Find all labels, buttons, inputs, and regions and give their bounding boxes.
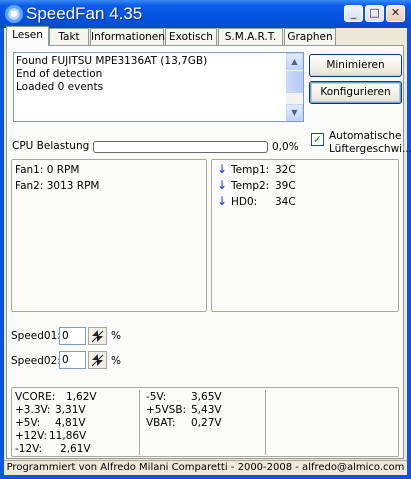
tab-graphen[interactable]: Graphen	[284, 28, 336, 45]
temp-value: 34C	[275, 196, 296, 208]
window-title: SpeedFan 4.35	[26, 4, 143, 23]
auto-fan-speed-checkbox[interactable]: ✓	[311, 133, 324, 146]
tab-takt[interactable]: Takt	[49, 28, 89, 45]
fan-reading: Fan1: 0 RPM	[15, 164, 80, 176]
speed01-stepper[interactable]	[88, 327, 107, 345]
voltage-value: 2,61V	[60, 443, 91, 455]
fan-reading: Fan2: 3013 RPM	[15, 180, 100, 192]
temperature-readings-box: ↓ Temp1: 32C ↓ Temp2: 39C ↓ HD0: 34C	[211, 159, 399, 312]
down-arrow-icon: ↓	[217, 178, 228, 192]
cpu-usage-value: 0,0%	[272, 141, 299, 153]
temp-name: Temp2:	[231, 180, 270, 192]
voltage-name: VCORE:	[15, 391, 56, 403]
title-bar[interactable]: SpeedFan 4.35 _ □ ✕	[0, 0, 411, 28]
log-scrollbar[interactable]: ▲ ▼	[286, 53, 303, 121]
voltage-name: +3.3V:	[15, 404, 51, 416]
cpu-usage-label: CPU Belastung	[12, 140, 90, 152]
column-divider	[265, 390, 269, 455]
configure-button[interactable]: Konfigurieren	[309, 81, 402, 104]
log-line: Loaded 0 events	[16, 81, 104, 93]
stepper-arrows-icon	[91, 330, 104, 343]
log-line: End of detection	[16, 68, 103, 80]
event-log[interactable]: Found FUJITSU MPE3136AT (13,7GB) End of …	[13, 52, 304, 122]
window-client-area: Lesen Takt Informationen Exotisch S.M.A.…	[4, 26, 411, 475]
column-divider	[139, 390, 143, 455]
tab-smart[interactable]: S.M.A.R.T.	[218, 28, 283, 45]
tab-lesen[interactable]: Lesen	[6, 26, 49, 46]
speed01-input[interactable]: 0	[59, 327, 86, 345]
speed02-unit: %	[111, 355, 121, 367]
auto-fan-speed-label: Automatische Lüftergeschwi...	[329, 130, 411, 155]
speedfan-window: SpeedFan 4.35 _ □ ✕ Lesen Takt Informati…	[0, 0, 411, 479]
temp-name: HD0:	[231, 196, 258, 208]
voltage-value: 3,65V	[191, 391, 222, 403]
tab-exotisch[interactable]: Exotisch	[165, 28, 217, 45]
cpu-usage-bar	[93, 141, 268, 153]
minimize-window-button[interactable]: _	[344, 5, 363, 22]
speed02-label: Speed02:	[11, 355, 61, 367]
minimize-button[interactable]: Minimieren	[309, 54, 402, 77]
speed02-input[interactable]: 0	[59, 351, 86, 369]
speed01-label: Speed01:	[11, 330, 61, 342]
scroll-thumb[interactable]	[286, 71, 303, 93]
close-window-button[interactable]: ✕	[386, 5, 405, 22]
temp-value: 32C	[275, 164, 296, 176]
voltage-value: 5,43V	[191, 404, 222, 416]
voltage-value: 1,62V	[66, 391, 97, 403]
voltage-readings-box: VCORE: 1,62V +3.3V: 3,31V +5V: 4,81V +12…	[11, 387, 399, 457]
down-arrow-icon: ↓	[217, 194, 228, 208]
scroll-up-arrow-icon[interactable]: ▲	[286, 53, 303, 70]
stepper-arrows-icon	[91, 354, 104, 367]
speedfan-fan-icon	[5, 5, 23, 23]
voltage-name: +12V:	[15, 430, 48, 442]
fan-readings-box: Fan1: 0 RPM Fan2: 3013 RPM	[11, 159, 207, 312]
voltage-value: 4,81V	[55, 417, 86, 429]
voltage-name: -5V:	[146, 391, 167, 403]
voltage-value: 0,27V	[191, 417, 222, 429]
voltage-value: 3,31V	[55, 404, 86, 416]
tab-informationen[interactable]: Informationen	[90, 28, 165, 45]
temp-name: Temp1:	[231, 164, 270, 176]
speed01-unit: %	[111, 330, 121, 342]
voltage-value: 11,86V	[49, 430, 87, 442]
footer-credits: Programmiert von Alfredo Milani Comparet…	[4, 460, 407, 475]
voltage-name: -12V:	[15, 443, 43, 455]
voltage-name: VBAT:	[146, 417, 176, 429]
voltage-name: +5V:	[15, 417, 41, 429]
temp-value: 39C	[275, 180, 296, 192]
voltage-name: +5VSB:	[146, 404, 187, 416]
speed02-stepper[interactable]	[88, 351, 107, 369]
lesen-panel: Found FUJITSU MPE3136AT (13,7GB) End of …	[6, 45, 411, 459]
maximize-window-button[interactable]: □	[365, 5, 384, 22]
down-arrow-icon: ↓	[217, 162, 228, 176]
scroll-down-arrow-icon[interactable]: ▼	[286, 104, 303, 121]
log-line: Found FUJITSU MPE3136AT (13,7GB)	[16, 55, 208, 67]
